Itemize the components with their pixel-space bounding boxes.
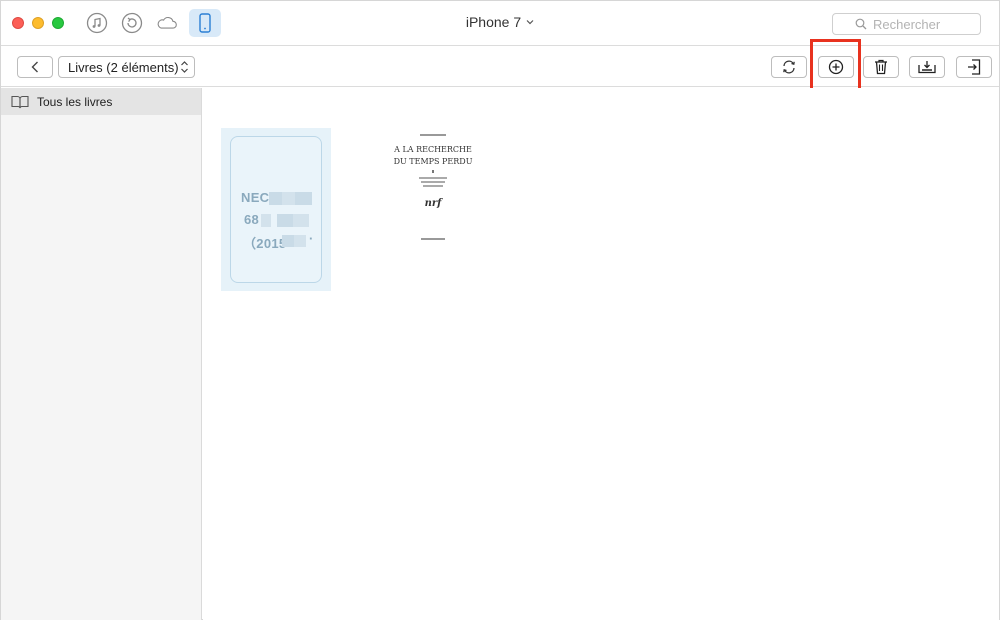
book-cover-text: NEC (241, 190, 270, 205)
category-select-value: Livres (2 éléments) (68, 59, 179, 75)
cloud-icon[interactable] (156, 12, 178, 34)
sidebar: Tous les livres (1, 88, 202, 620)
publisher-line (421, 238, 445, 240)
refresh-button[interactable] (771, 56, 807, 78)
book-cover-text: · (309, 231, 314, 246)
chevron-left-icon (31, 61, 38, 73)
search-icon (855, 18, 867, 30)
window-maximize-button[interactable] (52, 17, 64, 29)
book-item[interactable]: NEC 68 （2015 · (221, 128, 331, 291)
blurred-text (261, 214, 271, 227)
cover-mark (432, 170, 434, 173)
book-cover-title: A LA RECHERCHE (394, 145, 472, 154)
toolbar: Livres (2 éléments) (1, 39, 999, 95)
search-input[interactable] (873, 16, 983, 32)
subtitle-line (419, 177, 447, 179)
book-item[interactable]: A LA RECHERCHE DU TEMPS PERDU nrf (388, 128, 478, 253)
phone-icon[interactable] (189, 9, 221, 37)
blurred-text (269, 192, 282, 205)
delete-button[interactable] (863, 56, 899, 78)
import-icon (968, 59, 981, 75)
book-icon (11, 95, 29, 108)
sidebar-item-all-books[interactable]: Tous les livres (1, 88, 201, 115)
export-icon (918, 61, 936, 74)
import-button[interactable] (956, 56, 992, 78)
add-button-highlight (810, 39, 861, 95)
subtitle-line (421, 181, 445, 183)
blurred-text (294, 235, 306, 247)
device-selector[interactable]: iPhone 7 (466, 14, 534, 30)
book-cover-text: 68 (244, 212, 260, 227)
device-name: iPhone 7 (465, 14, 522, 30)
export-button[interactable] (909, 56, 945, 78)
publisher-logo: nrf (424, 198, 442, 209)
app-window: iPhone 7 Livres (2 éléments) (0, 0, 1000, 620)
author-line (420, 134, 446, 136)
subtitle-line (423, 185, 443, 187)
category-select[interactable]: Livres (2 éléments) (58, 56, 195, 78)
window-minimize-button[interactable] (32, 17, 44, 29)
blurred-text (293, 214, 309, 227)
blurred-text (277, 214, 293, 227)
trash-icon (875, 59, 887, 75)
music-icon[interactable] (86, 12, 108, 34)
chevron-down-icon (526, 20, 534, 25)
back-button[interactable] (17, 56, 53, 78)
book-cover: NEC 68 （2015 · (230, 136, 322, 283)
blurred-text (282, 235, 294, 247)
backup-icon[interactable] (121, 12, 143, 34)
book-cover-text: （2015 (243, 236, 287, 251)
books-grid: NEC 68 （2015 · A LA RECHERCHE DU TEMPS P… (203, 88, 999, 620)
blurred-text (282, 192, 295, 205)
search-field[interactable] (832, 13, 983, 35)
sidebar-item-label: Tous les livres (37, 94, 113, 109)
updown-chevron-icon (181, 61, 188, 73)
blurred-text (295, 192, 312, 205)
book-cover-title: DU TEMPS PERDU (393, 157, 473, 166)
refresh-icon (783, 60, 795, 74)
window-close-button[interactable] (12, 17, 24, 29)
